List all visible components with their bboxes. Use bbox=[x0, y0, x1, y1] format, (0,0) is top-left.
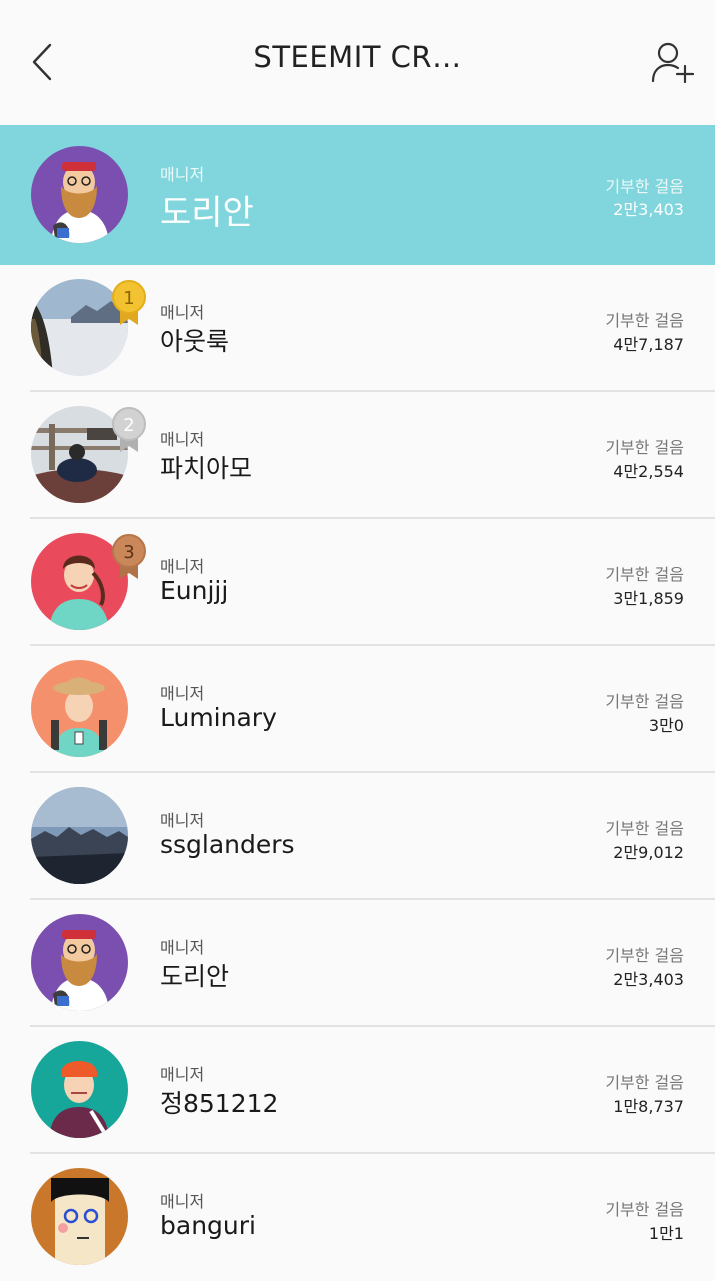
add-user-icon bbox=[651, 42, 694, 84]
member-name: 아웃룩 bbox=[160, 327, 230, 356]
avatar bbox=[31, 660, 128, 757]
member-row[interactable]: 3 매니저 Eunjjj 기부한 걸음 3만1,859 bbox=[0, 519, 715, 646]
member-row[interactable]: 1 매니저 아웃룩 기부한 걸음 4만7,187 bbox=[0, 265, 715, 392]
back-button[interactable] bbox=[22, 38, 62, 86]
app-header: STEEMIT CR… bbox=[0, 0, 715, 125]
member-role: 매니저 bbox=[160, 684, 205, 703]
member-role: 매니저 bbox=[160, 1192, 205, 1211]
donated-steps-label: 기부한 걸음 bbox=[605, 946, 684, 965]
donated-steps-value: 2만9,012 bbox=[613, 843, 684, 862]
member-row[interactable]: 매니저 banguri 기부한 걸음 1만1 bbox=[0, 1154, 715, 1281]
donated-steps-value: 2만3,403 bbox=[613, 970, 684, 989]
donated-steps-value: 3만1,859 bbox=[613, 589, 684, 608]
donated-steps-label: 기부한 걸음 bbox=[605, 819, 684, 838]
svg-text:2: 2 bbox=[123, 415, 134, 436]
donated-steps-label: 기부한 걸음 bbox=[605, 1200, 684, 1219]
svg-text:1: 1 bbox=[123, 288, 134, 309]
donated-steps-value: 4만7,187 bbox=[613, 335, 684, 354]
member-role: 매니저 bbox=[160, 165, 205, 184]
chevron-left-icon bbox=[32, 43, 52, 81]
member-name: 도리안 bbox=[160, 962, 230, 991]
member-role: 매니저 bbox=[160, 557, 205, 576]
donated-steps-value: 3만0 bbox=[648, 716, 684, 735]
member-name: banguri bbox=[160, 1211, 256, 1240]
donated-steps-label: 기부한 걸음 bbox=[605, 565, 684, 584]
member-role: 매니저 bbox=[160, 430, 205, 449]
donated-steps-value: 1만8,737 bbox=[613, 1097, 684, 1116]
avatar bbox=[31, 1168, 128, 1265]
avatar bbox=[31, 787, 128, 884]
svg-text:3: 3 bbox=[123, 542, 134, 563]
member-row[interactable]: 매니저 정851212 기부한 걸음 1만8,737 bbox=[0, 1027, 715, 1154]
member-role: 매니저 bbox=[160, 1065, 205, 1084]
member-name: Eunjjj bbox=[160, 576, 229, 605]
member-role: 매니저 bbox=[160, 303, 205, 322]
donated-steps-value: 4만2,554 bbox=[613, 462, 684, 481]
donated-steps-value: 2만3,403 bbox=[613, 200, 684, 219]
avatar bbox=[31, 1041, 128, 1138]
donated-steps-label: 기부한 걸음 bbox=[605, 311, 684, 330]
gold-rank-badge-icon: 1 bbox=[112, 280, 146, 325]
avatar bbox=[31, 146, 128, 243]
bronze-rank-badge-icon: 3 bbox=[112, 534, 146, 579]
member-row[interactable]: 2 매니저 파치아모 기부한 걸음 4만2,554 bbox=[0, 392, 715, 519]
member-name: 도리안 bbox=[160, 193, 254, 233]
current-user-row[interactable]: 매니저 도리안 기부한 걸음 2만3,403 bbox=[0, 125, 715, 265]
member-list: 매니저 도리안 기부한 걸음 2만3,403 1 매니저 아웃룩 기부한 걸음 … bbox=[0, 125, 715, 1281]
donated-steps-value: 1만1 bbox=[648, 1224, 684, 1243]
member-role: 매니저 bbox=[160, 938, 205, 957]
donated-steps-label: 기부한 걸음 bbox=[605, 177, 684, 196]
member-name: 정851212 bbox=[160, 1089, 279, 1118]
add-member-button[interactable] bbox=[647, 36, 697, 88]
member-name: Luminary bbox=[160, 703, 277, 732]
donated-steps-label: 기부한 걸음 bbox=[605, 1073, 684, 1092]
donated-steps-label: 기부한 걸음 bbox=[605, 438, 684, 457]
member-row[interactable]: 매니저 Luminary 기부한 걸음 3만0 bbox=[0, 646, 715, 773]
member-name: ssglanders bbox=[160, 830, 295, 859]
donated-steps-label: 기부한 걸음 bbox=[605, 692, 684, 711]
page-title: STEEMIT CR… bbox=[253, 40, 462, 74]
avatar bbox=[31, 914, 128, 1011]
member-row[interactable]: 매니저 도리안 기부한 걸음 2만3,403 bbox=[0, 900, 715, 1027]
silver-rank-badge-icon: 2 bbox=[112, 407, 146, 452]
member-name: 파치아모 bbox=[160, 454, 253, 483]
member-role: 매니저 bbox=[160, 811, 205, 830]
member-row[interactable]: 매니저 ssglanders 기부한 걸음 2만9,012 bbox=[0, 773, 715, 900]
